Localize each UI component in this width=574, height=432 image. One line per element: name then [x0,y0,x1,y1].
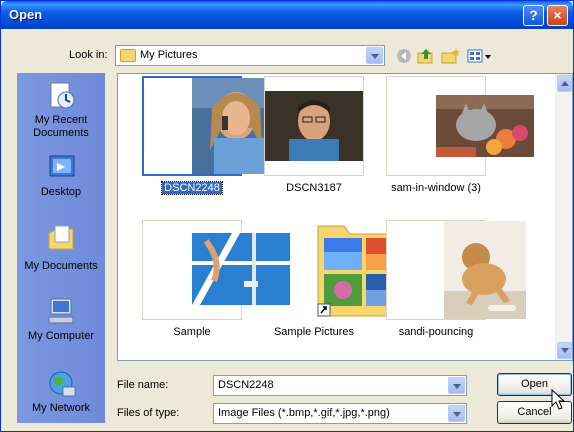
recent-documents-icon [45,81,77,111]
scroll-down-button[interactable] [557,342,572,359]
file-item[interactable]: sam-in-window (3) [376,76,534,194]
look-in-dropdown[interactable]: My Pictures [115,45,385,66]
view-menu-button[interactable] [467,47,491,65]
up-one-level-button[interactable] [417,47,435,65]
files-of-type-value: Image Files (*.bmp,*.gif,*.jpg,*.png) [218,407,390,419]
files-of-type-dropdown[interactable]: Image Files (*.bmp,*.gif,*.jpg,*.png) [213,403,467,424]
file-thumbnail [386,220,526,320]
place-label: My Network [31,402,91,414]
place-my-computer[interactable]: My Computer [17,297,105,343]
place-my-recent-documents[interactable]: My Recent Documents [17,81,105,140]
chevron-down-icon[interactable] [366,47,383,64]
up-folder-icon [417,49,433,64]
mouse-pointer-icon [551,389,565,410]
file-name-input[interactable]: DSCN2248 [213,375,467,396]
close-button[interactable]: × [547,5,568,26]
desktop-icon [45,153,77,183]
my-pictures-folder-icon [120,49,136,62]
views-icon [467,49,491,63]
places-bar: My Recent Documents Desktop My Documents… [17,73,105,423]
file-name-label: File name: [117,379,169,391]
file-thumbnail [142,220,290,320]
my-computer-icon [45,297,77,327]
file-name-label: DSCN2248 [161,181,223,195]
vertical-scrollbar[interactable] [555,74,572,360]
place-label: Desktop [40,186,82,198]
look-in-value: My Pictures [140,49,198,61]
photo-man-portrait-image [265,91,363,161]
file-name-label: Sample [173,326,211,338]
file-name-value: DSCN2248 [218,379,274,391]
file-name-label: Sample Pictures [273,326,355,338]
new-folder-icon [441,48,460,64]
photo-cat-in-window-image [436,95,534,157]
file-name-label: sam-in-window (3) [391,182,481,194]
file-name-label: sandi-pouncing [398,326,474,338]
place-label: My Computer [27,330,95,342]
folder-thumbnail [264,220,411,320]
back-arrow-icon [397,49,411,63]
my-network-icon [45,369,77,399]
file-list-view[interactable]: DSCN2248 DSCN3187 sam-in-window (3) Samp… [117,73,573,361]
file-item[interactable]: DSCN2248 [132,76,288,195]
scroll-up-button[interactable] [557,75,572,92]
back-button[interactable] [395,47,413,65]
files-of-type-label: Files of type: [117,407,180,419]
window-title: Open [9,7,43,22]
place-label: My Recent Documents [33,114,89,139]
place-desktop[interactable]: Desktop [17,153,105,199]
file-item[interactable]: sandi-pouncing [376,220,526,338]
file-item[interactable]: Sample Pictures [254,220,411,338]
file-thumbnail [386,76,534,176]
open-dialog: Open ? × Look in: My Pictures My Recent … [0,0,574,432]
look-in-label: Look in: [69,49,108,61]
photo-puppy-pouncing-image [444,221,526,319]
help-button[interactable]: ? [523,5,544,26]
create-new-folder-button[interactable] [441,47,460,65]
place-my-network[interactable]: My Network [17,369,105,415]
place-label: My Documents [24,260,98,272]
place-my-documents[interactable]: My Documents [17,223,105,273]
file-name-label: DSCN3187 [286,182,342,194]
file-item[interactable]: Sample [132,220,290,338]
chevron-down-icon[interactable] [448,377,465,394]
chevron-down-icon[interactable] [448,405,465,422]
file-item[interactable]: DSCN3187 [254,76,374,194]
title-bar[interactable]: Open ? × [1,1,573,29]
file-thumbnail [142,76,288,176]
my-documents-icon [45,223,77,253]
file-thumbnail [264,76,364,176]
